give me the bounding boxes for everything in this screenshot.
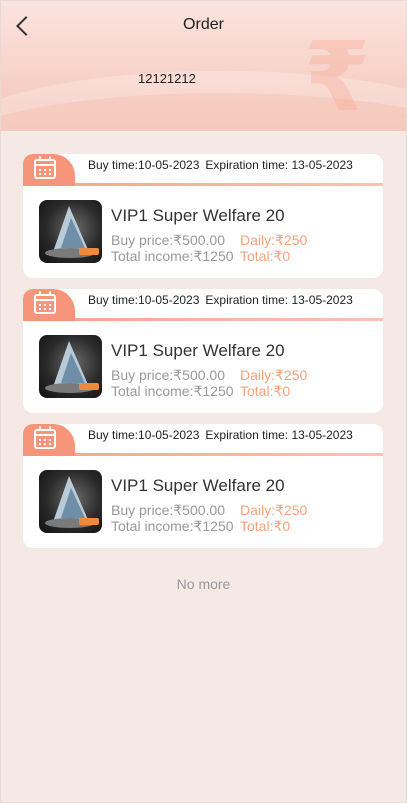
calendar-badge <box>23 289 75 321</box>
product-image <box>39 200 102 263</box>
card-strip <box>23 183 383 186</box>
buy-time: Buy time:10-05-2023 <box>88 158 200 172</box>
order-times: Buy time:10-05-2023 Expiration time: 13-0… <box>88 428 353 442</box>
income-line: Total income:₹1250 Total:₹0 <box>111 383 290 400</box>
income-line: Total income:₹1250 Total:₹0 <box>111 518 290 535</box>
order-card[interactable]: Buy time:10-05-2023 Expiration time: 13-0… <box>23 424 383 548</box>
product-image <box>39 335 102 398</box>
daily-income: Daily:₹250 <box>240 502 308 518</box>
expiration-time: Expiration time: 13-05-2023 <box>205 158 353 172</box>
price-line: Buy price:₹500.00 Daily:₹250 <box>111 367 307 384</box>
buy-price: Buy price:₹500.00 <box>111 232 225 248</box>
total-income: Total income:₹1250 <box>111 518 234 534</box>
total-income: Total income:₹1250 <box>111 383 234 399</box>
rupee-icon: ₹ <box>303 21 371 131</box>
price-line: Buy price:₹500.00 Daily:₹250 <box>111 232 307 249</box>
income-line: Total income:₹1250 Total:₹0 <box>111 248 290 265</box>
daily-income: Daily:₹250 <box>240 232 308 248</box>
page-title: Order <box>183 16 224 33</box>
buy-time: Buy time:10-05-2023 <box>88 428 200 442</box>
calendar-icon <box>34 159 56 179</box>
order-times: Buy time:10-05-2023 Expiration time: 13-0… <box>88 158 353 172</box>
product-name: VIP1 Super Welfare 20 <box>111 476 285 495</box>
no-more-label: No more <box>176 576 231 592</box>
card-strip <box>23 318 383 321</box>
calendar-icon <box>34 429 56 449</box>
order-list: Buy time:10-05-2023 Expiration time: 13-0… <box>23 154 383 559</box>
total-earned: Total:₹0 <box>240 518 291 534</box>
buy-price: Buy price:₹500.00 <box>111 367 225 383</box>
calendar-badge <box>23 154 75 186</box>
total-income: Total income:₹1250 <box>111 248 234 264</box>
user-id: 12121212 <box>138 71 196 86</box>
product-image <box>39 470 102 533</box>
buy-time: Buy time:10-05-2023 <box>88 293 200 307</box>
order-times: Buy time:10-05-2023 Expiration time: 13-0… <box>88 293 353 307</box>
buy-price: Buy price:₹500.00 <box>111 502 225 518</box>
product-name: VIP1 Super Welfare 20 <box>111 341 285 360</box>
header: ₹ Order 12121212 <box>1 1 406 131</box>
total-earned: Total:₹0 <box>240 248 291 264</box>
expiration-time: Expiration time: 13-05-2023 <box>205 293 353 307</box>
daily-income: Daily:₹250 <box>240 367 308 383</box>
total-earned: Total:₹0 <box>240 383 291 399</box>
price-line: Buy price:₹500.00 Daily:₹250 <box>111 502 307 519</box>
calendar-icon <box>34 294 56 314</box>
order-card[interactable]: Buy time:10-05-2023 Expiration time: 13-0… <box>23 154 383 278</box>
calendar-badge <box>23 424 75 456</box>
order-card[interactable]: Buy time:10-05-2023 Expiration time: 13-0… <box>23 289 383 413</box>
expiration-time: Expiration time: 13-05-2023 <box>205 428 353 442</box>
product-name: VIP1 Super Welfare 20 <box>111 206 285 225</box>
card-strip <box>23 453 383 456</box>
